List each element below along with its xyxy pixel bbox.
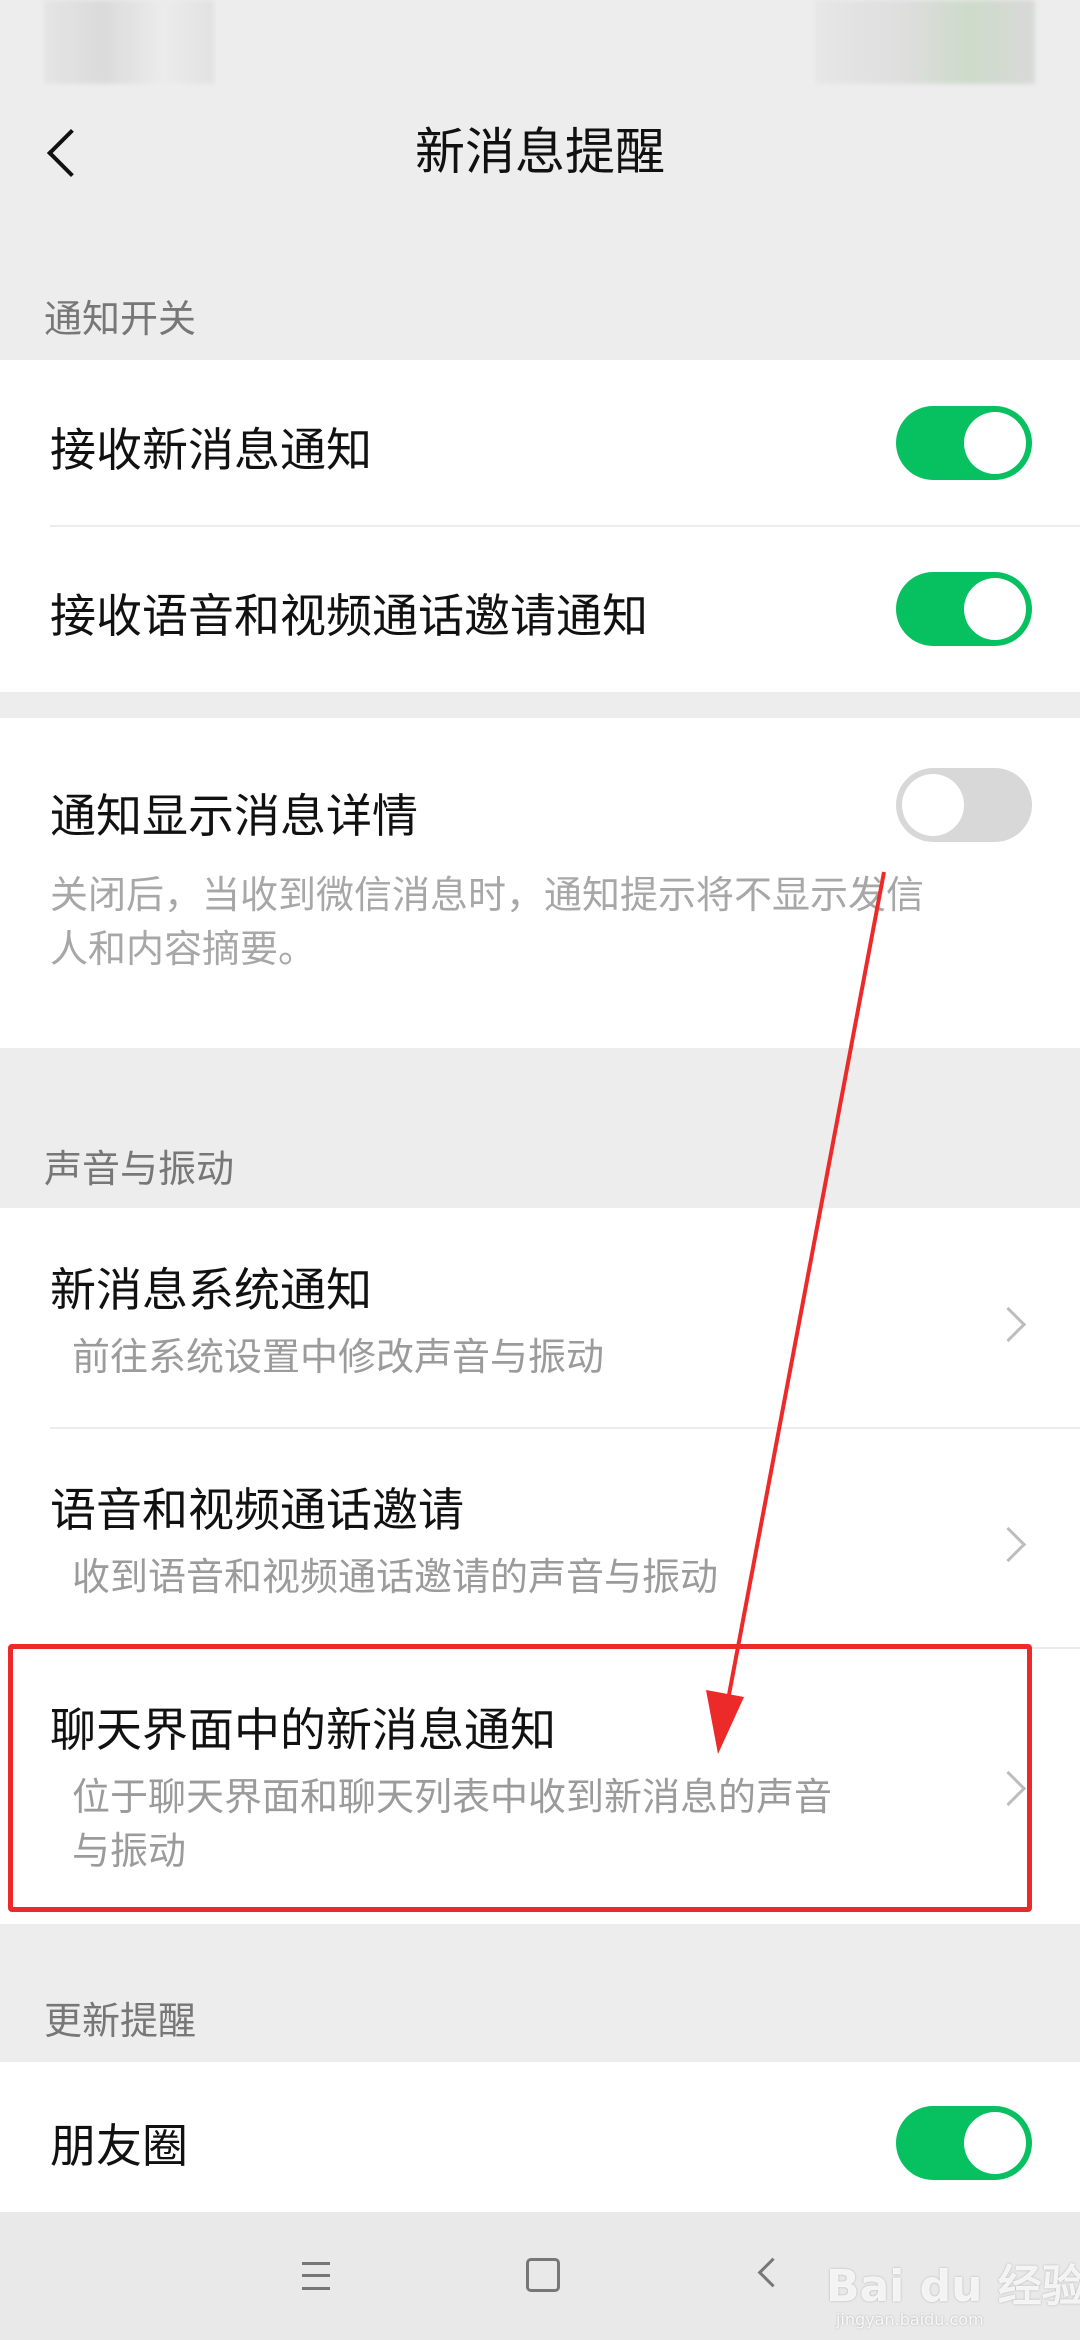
section-header-notify: 通知开关 — [44, 297, 197, 341]
notify-card: 接收新消息通知 接收语音和视频通话邀请通知 — [0, 360, 1080, 692]
chevron-right-icon — [990, 1306, 1027, 1343]
toggle-knob — [902, 774, 964, 836]
row-label: 接收新消息通知 — [50, 423, 372, 477]
row-receive-new-message[interactable]: 接收新消息通知 — [0, 360, 1080, 526]
home-icon[interactable] — [526, 2258, 560, 2292]
row-system-notification[interactable]: 新消息系统通知 前往系统设置中修改声音与振动 — [0, 1208, 1080, 1428]
toggle-knob — [964, 412, 1026, 474]
sublabel-line: 位于聊天界面和聊天列表中收到新消息的声音 — [72, 1775, 833, 1819]
toggle-knob — [964, 578, 1026, 640]
row-label: 语音和视频通话邀请 — [50, 1483, 464, 1537]
blurred-status-left — [44, 0, 214, 84]
row-show-message-detail[interactable]: 通知显示消息详情 关闭后，当收到微信消息时，通知提示将不显示发信 人和内容摘要。 — [0, 718, 1080, 1048]
row-label: 通知显示消息详情 — [50, 789, 418, 843]
status-bar — [0, 0, 1080, 90]
row-chat-new-message[interactable]: 聊天界面中的新消息通知 位于聊天界面和聊天列表中收到新消息的声音 与振动 — [0, 1648, 1080, 1924]
row-label: 接收语音和视频通话邀请通知 — [50, 589, 648, 643]
row-label: 朋友圈 — [50, 2119, 188, 2173]
toggle-moments[interactable] — [896, 2106, 1032, 2180]
baidu-watermark: Bai du 经验 jingyan.baidu.com — [826, 2250, 1080, 2329]
row-sublabel: 位于聊天界面和聊天列表中收到新消息的声音 与振动 — [72, 1770, 832, 1878]
sound-card: 新消息系统通知 前往系统设置中修改声音与振动 语音和视频通话邀请 收到语音和视频… — [0, 1208, 1080, 1924]
detail-card: 通知显示消息详情 关闭后，当收到微信消息时，通知提示将不显示发信 人和内容摘要。 — [0, 718, 1080, 1048]
section-header-sound: 声音与振动 — [44, 1147, 235, 1191]
row-sublabel: 收到语音和视频通话邀请的声音与振动 — [72, 1555, 719, 1599]
row-call-invite-sound[interactable]: 语音和视频通话邀请 收到语音和视频通话邀请的声音与振动 — [0, 1428, 1080, 1648]
chevron-right-icon — [990, 1770, 1027, 1807]
toggle-show-message-detail[interactable] — [896, 768, 1032, 842]
watermark-subtext: jingyan.baidu.com — [836, 2310, 984, 2329]
sublabel-line: 与振动 — [72, 1829, 187, 1873]
back-icon[interactable] — [757, 2257, 788, 2288]
nav-bar: 新消息提醒 — [0, 90, 1080, 216]
row-description: 关闭后，当收到微信消息时，通知提示将不显示发信 人和内容摘要。 — [50, 868, 1010, 976]
row-label: 聊天界面中的新消息通知 — [50, 1703, 556, 1757]
section-header-update: 更新提醒 — [44, 1999, 197, 2043]
toggle-receive-new-message[interactable] — [896, 406, 1032, 480]
chevron-right-icon — [990, 1526, 1027, 1563]
desc-line: 人和内容摘要。 — [50, 927, 317, 971]
blurred-status-right — [815, 0, 1035, 84]
row-receive-call-invite[interactable]: 接收语音和视频通话邀请通知 — [0, 526, 1080, 692]
update-card: 朋友圈 — [0, 2062, 1080, 2212]
watermark-text: Bai du 经验 — [826, 2261, 1080, 2312]
row-moments[interactable]: 朋友圈 — [0, 2062, 1080, 2212]
row-sublabel: 前往系统设置中修改声音与振动 — [72, 1335, 605, 1379]
row-label: 新消息系统通知 — [50, 1263, 372, 1317]
desc-line: 关闭后，当收到微信消息时，通知提示将不显示发信 — [50, 873, 925, 917]
page-title: 新消息提醒 — [415, 123, 665, 181]
toggle-knob — [964, 2112, 1026, 2174]
toggle-receive-call-invite[interactable] — [896, 572, 1032, 646]
menu-icon[interactable] — [302, 2262, 330, 2290]
